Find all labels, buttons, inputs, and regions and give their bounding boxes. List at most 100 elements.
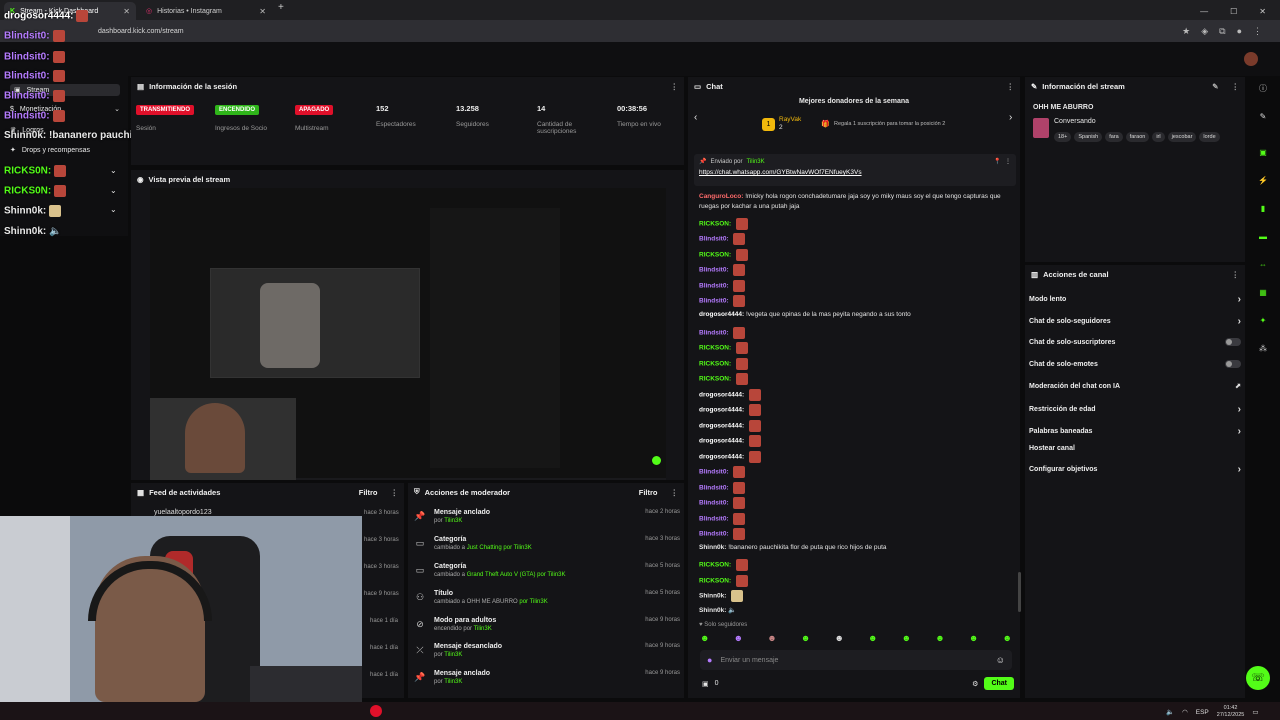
profile-icon[interactable]: ● xyxy=(1237,26,1242,37)
user-avatar[interactable] xyxy=(1244,52,1258,66)
more-options-icon[interactable]: ⋮ xyxy=(1232,82,1240,91)
chat-message-row[interactable]: Shinn0k: xyxy=(699,590,744,602)
emote-icon[interactable]: ☻ xyxy=(969,633,978,643)
channel-action-subs-only[interactable]: Chat de solo-suscriptores xyxy=(1029,338,1241,346)
channel-action-banned-words[interactable]: Palabras baneadas › xyxy=(1029,426,1241,437)
chat-message-row[interactable]: Blindsit0: xyxy=(699,264,746,276)
mod-action-row[interactable]: 📌 Mensaje anclado por Tilin3K hace 2 horas xyxy=(414,509,680,535)
close-window-icon[interactable]: ✕ xyxy=(1259,7,1266,16)
chat-username[interactable]: RICKSON: xyxy=(699,252,731,259)
mod-action-row[interactable]: ⚇ Título cambiado a OHH ME ABURRO por Tili… xyxy=(414,590,680,616)
chat-username[interactable]: Blindsit0: xyxy=(699,236,729,243)
chevron-down-icon[interactable]: ⌄ xyxy=(110,166,117,175)
star-icon[interactable]: ★ xyxy=(1182,26,1190,37)
channel-action-slow-mode[interactable]: Modo lento › xyxy=(1029,294,1241,305)
pinned-link[interactable]: https://chat.whatsapp.com/GYBtwNavWOf7EN… xyxy=(699,169,1011,176)
chat-username[interactable]: drogosor4444: xyxy=(699,392,744,399)
url-field[interactable]: dashboard.kick.com/stream xyxy=(98,28,184,35)
chat-username[interactable]: RICKSON: xyxy=(699,361,731,368)
chat-message-row[interactable]: Blindsit0: xyxy=(699,497,746,509)
bolt-icon[interactable]: ⚡ xyxy=(1256,174,1270,188)
chat-message-row[interactable]: drogosor4444: xyxy=(699,435,761,447)
wrench-icon[interactable]: ✦ xyxy=(1256,314,1270,328)
chat-message-row[interactable]: drogosor4444: !vegeta que opinas de la m… xyxy=(699,311,911,318)
chat-username[interactable]: drogosor4444: xyxy=(699,423,744,430)
chat-message-row[interactable]: Blindsit0: xyxy=(699,466,746,478)
chat-username[interactable]: Blindsit0: xyxy=(699,516,729,523)
apps-icon[interactable]: ⁂ xyxy=(1256,342,1270,356)
mod-action-row[interactable]: ⤫ Mensaje desanclado por Tilin3K hace 9 hor… xyxy=(414,643,680,669)
chat-username[interactable]: Blindsit0: xyxy=(699,283,729,290)
scrollbar[interactable] xyxy=(1018,572,1021,612)
chat-message-row[interactable]: drogosor4444: xyxy=(699,404,761,416)
chat-username[interactable]: Shinn0k: xyxy=(699,544,726,551)
grid-icon[interactable]: ▦ xyxy=(1256,286,1270,300)
new-tab-button[interactable]: + xyxy=(278,2,284,20)
chat-username[interactable]: Shinn0k: xyxy=(699,593,726,600)
channel-action-host[interactable]: Hostear canal xyxy=(1029,445,1241,452)
emote-icon[interactable]: ☻ xyxy=(700,633,709,643)
support-button[interactable]: ☏ xyxy=(1246,666,1270,690)
chat-message-row[interactable]: Shinn0k: !bananero pauchikita flor de pu… xyxy=(699,544,887,551)
wifi-icon[interactable]: ◠ xyxy=(1182,708,1188,716)
more-options-icon[interactable]: ⋮ xyxy=(1005,158,1011,165)
chat-message-row[interactable]: Blindsit0: xyxy=(699,233,746,245)
chat-message-row[interactable]: RICKSON: xyxy=(699,575,748,587)
chat-username[interactable]: RICKSON: xyxy=(699,578,731,585)
sub-icon[interactable]: ● xyxy=(707,655,712,665)
menu-icon[interactable]: ⋮ xyxy=(1253,26,1262,37)
chat-username[interactable]: Blindsit0: xyxy=(699,469,729,476)
unpin-icon[interactable]: 📍 xyxy=(994,158,1001,165)
notifications-icon[interactable]: ▭ xyxy=(1252,708,1258,716)
mod-action-row[interactable]: ▭ Categoría cambiado a Grand Theft Auto V … xyxy=(414,563,680,589)
more-options-icon[interactable]: ⋮ xyxy=(671,82,679,91)
chat-message-row[interactable]: RICKSON: xyxy=(699,358,748,370)
channel-action-goals[interactable]: Configurar objetivos › xyxy=(1029,464,1241,475)
channel-action-age-restriction[interactable]: Restricción de edad › xyxy=(1029,404,1241,415)
puzzle-icon[interactable]: ⧉ xyxy=(1219,26,1225,37)
chat-username[interactable]: Blindsit0: xyxy=(699,531,729,538)
channel-action-emotes-only[interactable]: Chat de solo-emotes xyxy=(1029,360,1241,368)
chat-message-row[interactable]: drogosor4444: xyxy=(699,451,761,463)
sidebar-item-drops[interactable]: ✦ Drops y recompensas xyxy=(10,146,120,155)
chevron-left-icon[interactable]: ‹ xyxy=(694,112,697,123)
info-icon[interactable]: ⓘ xyxy=(1256,82,1270,96)
more-options-icon[interactable]: ⋮ xyxy=(671,488,679,497)
chat-message-row[interactable]: Blindsit0: xyxy=(699,513,746,525)
taskbar-app-icon[interactable] xyxy=(370,705,382,717)
chat-username[interactable]: Blindsit0: xyxy=(699,298,729,305)
chat-username[interactable]: Blindsit0: xyxy=(699,267,729,274)
chat-message-row[interactable]: RICKSON: xyxy=(699,373,748,385)
channel-action-ai-moderation[interactable]: Moderación del chat con IA ⬈ xyxy=(1029,382,1241,391)
emote-icon[interactable]: ☻ xyxy=(935,633,944,643)
chat-input[interactable]: ● Enviar un mensaje ☺ xyxy=(700,650,1012,670)
toggle-switch[interactable] xyxy=(1225,338,1241,346)
category-name[interactable]: Conversando xyxy=(1054,118,1096,125)
layout-icon[interactable]: ▣ xyxy=(1256,146,1270,160)
pinned-message[interactable]: 📌 Enviado por Tilin3K 📍 ⋮ https://chat.whats… xyxy=(694,154,1016,186)
more-options-icon[interactable]: ⋮ xyxy=(1232,270,1240,279)
emote-icon[interactable]: ☻ xyxy=(734,633,743,643)
chat-message-row[interactable]: Blindsit0: xyxy=(699,482,746,494)
chat-message-row[interactable]: RICKSON: xyxy=(699,249,748,261)
minimize-icon[interactable]: — xyxy=(1200,7,1208,16)
chevron-down-icon[interactable]: ⌄ xyxy=(110,205,117,214)
chat-username[interactable]: Shinn0k: xyxy=(699,607,726,614)
chat-username[interactable]: RICKSON: xyxy=(699,376,731,383)
chat-username[interactable]: RICKSON: xyxy=(699,562,731,569)
filter-button[interactable]: Filtro xyxy=(639,488,658,497)
chat-message-row[interactable]: Blindsit0: xyxy=(699,327,746,339)
browser-tab-instagram[interactable]: ◎ Historias • Instagram ✕ xyxy=(140,2,272,20)
chat-username[interactable]: drogosor4444: xyxy=(699,311,744,318)
mod-action-row[interactable]: ▭ Categoría cambiado a Just Chatting por T… xyxy=(414,536,680,562)
gear-icon[interactable]: ⚙ xyxy=(972,680,978,688)
window-controls[interactable]: — ☐ ✕ xyxy=(1200,2,1280,20)
chat-username[interactable]: drogosor4444: xyxy=(699,438,744,445)
channel-action-followers-only[interactable]: Chat de solo-seguidores › xyxy=(1029,316,1241,327)
maximize-icon[interactable]: ☐ xyxy=(1230,7,1237,16)
toggle-switch[interactable] xyxy=(1225,360,1241,368)
chat-message-row[interactable]: Blindsit0: xyxy=(699,280,746,292)
chat-username[interactable]: Blindsit0: xyxy=(699,500,729,507)
chat-message-row[interactable]: RICKSON: xyxy=(699,218,748,230)
chevron-down-icon[interactable]: ⌄ xyxy=(110,186,117,195)
